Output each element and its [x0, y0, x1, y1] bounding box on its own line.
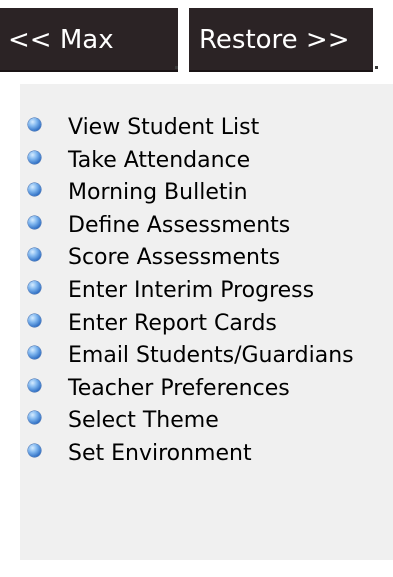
menu-item-label: Enter Report Cards [68, 310, 277, 336]
bullet-icon [28, 215, 41, 229]
divider-mark [375, 66, 378, 69]
menu-item-label: Morning Bulletin [68, 180, 248, 206]
menu-item-label: Take Attendance [68, 147, 251, 173]
menu-item-label: Set Environment [68, 440, 252, 466]
screen: << Max Restore >> View Student List Take… [0, 0, 393, 577]
menu-item-label: View Student List [68, 115, 260, 140]
divider-mark [175, 66, 178, 69]
bullet-icon [28, 346, 41, 360]
menu-item-label: Select Theme [68, 408, 219, 434]
bullet-icon [28, 248, 41, 262]
bullet-icon [28, 378, 41, 392]
max-button[interactable]: << Max [0, 8, 178, 72]
restore-button[interactable]: Restore >> [189, 8, 373, 72]
menu-panel: View Student List Take Attendance Mornin… [20, 84, 393, 560]
bullet-icon [28, 183, 41, 197]
menu-item-label: Email Students/Guardians [68, 343, 354, 369]
bullet-icon [28, 150, 41, 164]
bullet-icon [28, 411, 41, 425]
menu-item-label: Enter Interim Progress [68, 277, 315, 303]
bullet-icon [28, 280, 41, 294]
menu-item-label: Score Assessments [68, 245, 281, 271]
menu-item-label: Teacher Preferences [68, 375, 290, 401]
bullet-icon [28, 313, 41, 327]
bullet-icon [28, 443, 41, 457]
bullet-icon [28, 118, 41, 131]
menu-item-label: Define Assessments [68, 212, 291, 238]
